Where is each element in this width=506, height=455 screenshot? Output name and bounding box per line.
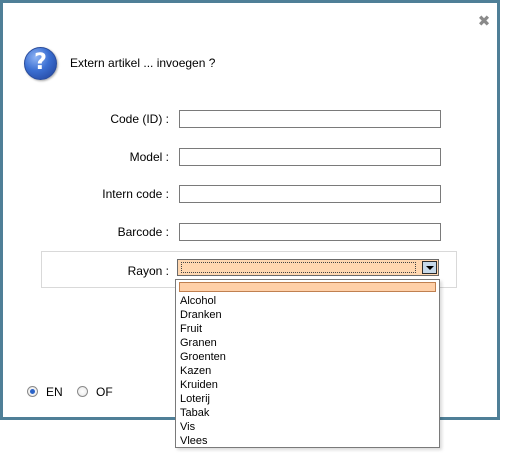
dropdown-item[interactable]: Kazen: [180, 364, 211, 378]
radio-en-label: EN: [46, 385, 63, 399]
barcode-field[interactable]: [179, 223, 441, 241]
dropdown-item[interactable]: Granen: [180, 336, 217, 350]
dropdown-item[interactable]: Vlees: [180, 434, 208, 448]
chevron-down-icon[interactable]: [422, 261, 437, 274]
radio-en[interactable]: [27, 386, 38, 397]
rayon-dropdown-list: Alcohol Dranken Fruit Granen Groenten Ka…: [175, 279, 440, 448]
question-icon: ?: [24, 47, 57, 80]
dropdown-item[interactable]: Kruiden: [180, 378, 218, 392]
intern-code-label: Intern code :: [102, 187, 169, 201]
model-field[interactable]: [179, 148, 441, 166]
dropdown-item[interactable]: Alcohol: [180, 294, 216, 308]
radio-of[interactable]: [77, 386, 88, 397]
dropdown-item[interactable]: Fruit: [180, 322, 202, 336]
model-label: Model :: [129, 150, 169, 164]
radio-of-label: OF: [96, 385, 113, 399]
rayon-combobox[interactable]: [177, 259, 439, 276]
code-label: Code (ID) :: [110, 112, 169, 126]
dialog-message: Extern artikel ... invoegen ?: [70, 56, 216, 70]
dropdown-item[interactable]: Loterij: [180, 392, 210, 406]
intern-code-field[interactable]: [179, 185, 441, 203]
dropdown-item[interactable]: Vis: [180, 420, 195, 434]
rayon-combobox-value: [181, 262, 416, 273]
dropdown-item[interactable]: Dranken: [180, 308, 222, 322]
dropdown-item[interactable]: Groenten: [180, 350, 226, 364]
dropdown-item-empty[interactable]: [179, 282, 436, 292]
barcode-label: Barcode :: [117, 225, 169, 239]
rayon-label: Rayon :: [127, 264, 169, 278]
dropdown-item[interactable]: Tabak: [180, 406, 209, 420]
code-field[interactable]: [179, 110, 441, 128]
close-icon[interactable]: ✖: [477, 14, 491, 29]
